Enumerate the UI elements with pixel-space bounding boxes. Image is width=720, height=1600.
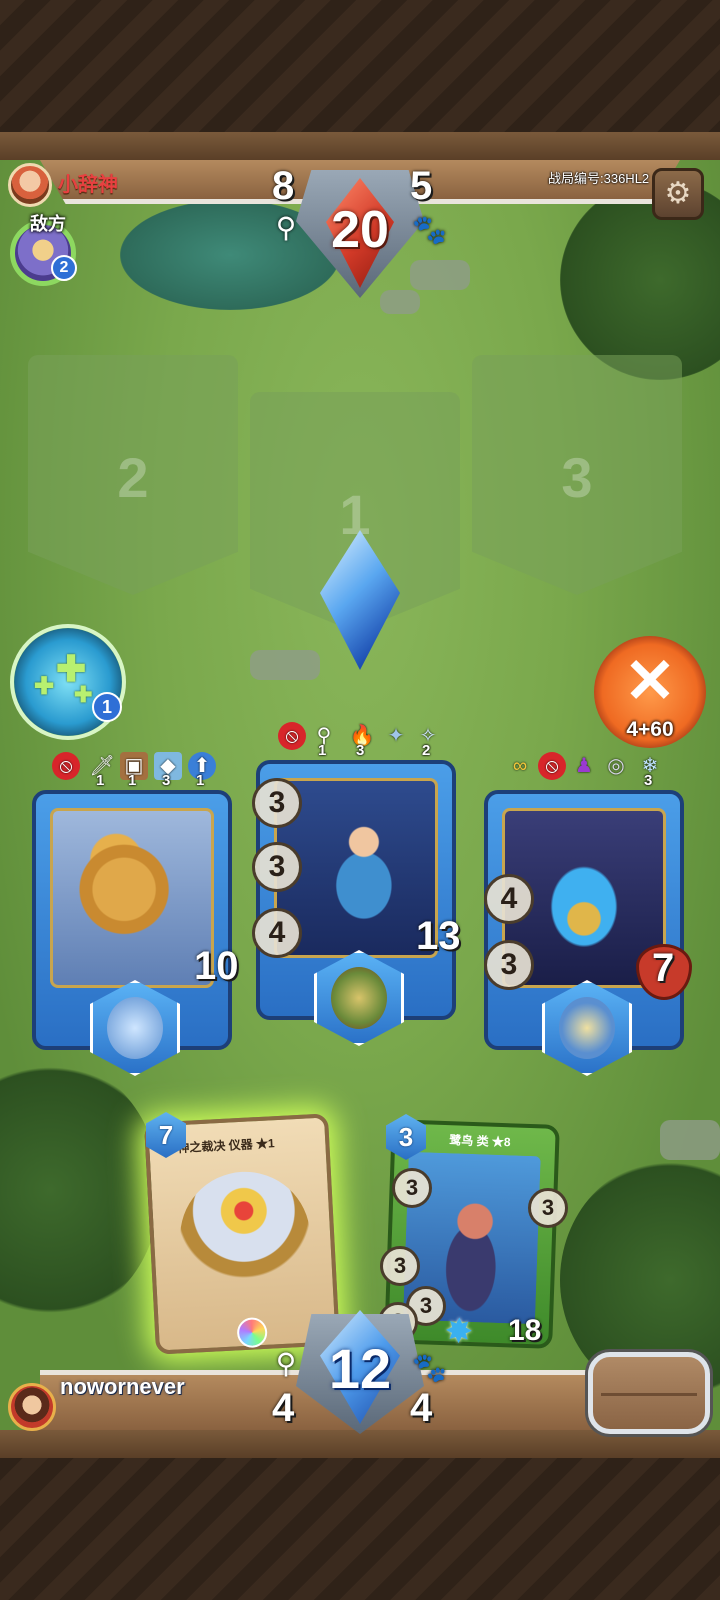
status-count: 1 [128, 772, 137, 789]
unit-hp: 10 [194, 944, 239, 988]
status-count: 1 [96, 772, 105, 789]
player-left-stat: 4 [272, 1386, 295, 1430]
unit-2-stat-attack: 4 [252, 908, 302, 958]
player-avatar[interactable] [8, 1383, 56, 1431]
heal-skill-button[interactable]: ✚ ✚ ✚ 1 [10, 624, 126, 740]
rock [250, 650, 320, 680]
unit-card-teddy[interactable]: 10 [32, 790, 239, 1076]
coil-icon: ◎ [607, 755, 625, 777]
potion-icon: ♟ [575, 755, 593, 777]
card-side-value: 3 [380, 1246, 420, 1286]
player-center-number: 12 [328, 1337, 392, 1400]
card-hp: 18 [508, 1314, 542, 1347]
plus-icon: ✚ [34, 673, 55, 700]
settings-button[interactable]: ⚙ [652, 168, 704, 220]
crossed-swords-icon: ✕ [624, 647, 676, 716]
status-count: 1 [196, 772, 205, 789]
unit-3-statuses: ∞ ⦸ ♟ ◎ ❄ 3 [506, 752, 686, 789]
rock [410, 260, 470, 290]
status-count: 3 [162, 772, 171, 789]
card-title: 鹭鸟 类 ★8 [449, 1133, 511, 1150]
status-count: 1 [318, 742, 327, 759]
no-entry-icon: ⦸ [278, 722, 306, 750]
status-count: 3 [644, 772, 653, 789]
lane-number: 1 [339, 483, 371, 546]
unit-2-stat-shield: 3 [252, 842, 302, 892]
paw-icon: 🐾 [412, 1352, 447, 1383]
paw-icon: 🐾 [412, 214, 447, 245]
gear-icon: ⚙ [664, 177, 692, 210]
player-right-stat: 4 [410, 1386, 433, 1430]
orb-icon [331, 967, 387, 1029]
rainbow-gem-icon [236, 1316, 268, 1349]
lane-3[interactable]: 3 [472, 355, 682, 595]
attack-label: 4+60 [626, 718, 674, 741]
lane-2[interactable]: 2 [28, 355, 238, 595]
unit-2-stat-heal: 3 [252, 778, 302, 828]
no-entry-icon: ⦸ [538, 752, 566, 780]
enemy-left-stat: 8 [272, 164, 295, 208]
status-count: 2 [422, 742, 431, 759]
no-entry-icon: ⦸ [52, 752, 80, 780]
top-frame [0, 0, 720, 160]
star-icon: ✸ [443, 1312, 474, 1352]
end-turn-button[interactable] [588, 1352, 710, 1434]
enemy-name: 小辞神 [58, 174, 118, 196]
card-side-value: 3 [528, 1188, 568, 1228]
bottom-frame [0, 1430, 720, 1600]
unit-3-stat-attack: 3 [484, 940, 534, 990]
scales-art [176, 1168, 314, 1306]
teddy-bear-art [50, 808, 214, 988]
hook-icon: ⚲ [275, 212, 297, 243]
unit-hp: 7 [652, 946, 675, 990]
unit-hp: 13 [416, 914, 461, 958]
enemy-avatar[interactable] [8, 163, 52, 207]
enemy-label: 敌方 [30, 214, 66, 234]
status-count: 3 [356, 742, 365, 759]
card-side-value: 3 [392, 1168, 432, 1208]
unit-2-statuses: ⦸ ⚲ 1 🔥 3 ✦ ✧ 2 [278, 722, 458, 759]
enemy-center-number: 20 [331, 201, 389, 259]
foliage [0, 1060, 160, 1320]
link-icon: ∞ [512, 755, 528, 777]
hook-icon: ⚲ [275, 1348, 297, 1379]
rock [380, 290, 420, 314]
enemy-hero-badge: 2 [51, 255, 77, 281]
wolf-icon: ✦ [387, 725, 405, 747]
chain-icon [107, 997, 163, 1059]
ring-icon [559, 997, 615, 1059]
lane-number: 2 [117, 446, 149, 509]
lane-number: 3 [561, 446, 593, 509]
skill-badge: 1 [92, 692, 122, 722]
rock [660, 1120, 720, 1160]
battle-id: 战局编号:336HL2 [548, 171, 650, 186]
plus-icon: ✚ [74, 682, 93, 707]
unit-3-stat-dice: 4 [484, 874, 534, 924]
unit-1-statuses: ⦸ 🗡 1 ▣ 1 ◆ 3 ⬆ 1 [52, 752, 232, 789]
player-name: nowornever [60, 1374, 185, 1399]
card-title: 神之裁决 仪器 ★1 [177, 1136, 276, 1156]
enemy-right-stat: 5 [410, 164, 433, 208]
